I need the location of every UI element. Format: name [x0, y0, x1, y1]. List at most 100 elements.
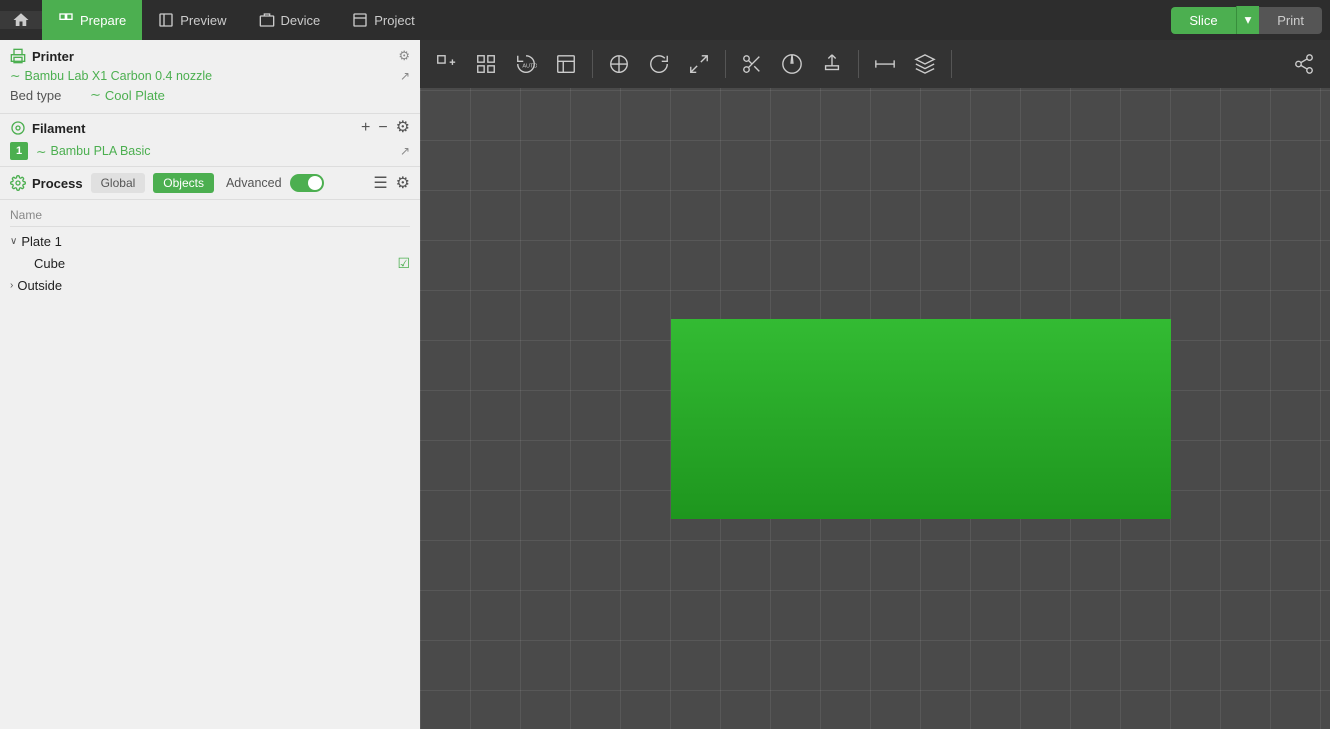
measure-icon [874, 53, 896, 75]
printer-name-text: ∼ Bambu Lab X1 Carbon 0.4 nozzle [10, 68, 212, 83]
process-section: Process Global Objects Advanced ☰ ⚙ [0, 167, 420, 200]
nav-project-label: Project [374, 13, 414, 28]
filament-section-header: Filament + − ⚙ [10, 120, 410, 136]
filament-item-row: 1 ∼ Bambu PLA Basic ↗ [10, 142, 410, 160]
process-icon [10, 175, 26, 191]
measure-button[interactable] [867, 46, 903, 82]
process-list-icon[interactable]: ☰ [373, 173, 387, 193]
cube-name: Cube [34, 256, 397, 271]
printer-name-row: ∼ Bambu Lab X1 Carbon 0.4 nozzle ↗ [10, 64, 410, 85]
filament-label: Filament [32, 121, 85, 136]
filament-name: ∼ Bambu PLA Basic [36, 144, 400, 159]
nav-preview[interactable]: Preview [142, 0, 242, 40]
printer-name-value: Bambu Lab X1 Carbon 0.4 nozzle [24, 69, 212, 83]
plate1-chevron-icon: ∨ [10, 236, 17, 247]
bed-type-chevron-icon: ∼ [90, 87, 101, 103]
rotate-icon [648, 53, 670, 75]
paint-button[interactable] [774, 46, 810, 82]
nav-preview-label: Preview [180, 13, 226, 28]
process-right-icons: ☰ ⚙ [373, 173, 410, 193]
toolbar-separator-3 [858, 50, 859, 78]
orient-icon [608, 53, 630, 75]
printer-label: Printer [32, 49, 74, 64]
list-item-plate1[interactable]: ∨ Plate 1 [10, 231, 410, 252]
toggle-slider [290, 174, 324, 192]
outside-chevron-icon: › [10, 280, 13, 291]
scale-button[interactable] [681, 46, 717, 82]
plate1-name: Plate 1 [21, 234, 410, 249]
bed-type-value[interactable]: ∼ Cool Plate [90, 87, 165, 103]
support-icon [821, 53, 843, 75]
slice-button[interactable]: Slice [1171, 7, 1235, 34]
print-button[interactable]: Print [1259, 7, 1322, 34]
printer-section-title: Printer [10, 48, 74, 64]
grid-view-icon [475, 53, 497, 75]
printer-external-link-icon[interactable]: ↗ [400, 69, 410, 83]
filament-section-title: Filament [10, 120, 85, 136]
bed-type-row: Bed type ∼ Cool Plate [10, 85, 410, 105]
device-icon [259, 12, 275, 28]
toolbar-separator-1 [592, 50, 593, 78]
outside-name: Outside [17, 278, 410, 293]
advanced-toggle[interactable] [290, 174, 324, 192]
viewport-toolbar: AUTO [420, 40, 1330, 88]
grid-view-button[interactable] [468, 46, 504, 82]
printer-settings-icon[interactable]: ⚙ [398, 48, 410, 64]
orient-button[interactable] [601, 46, 637, 82]
layer-icon [914, 53, 936, 75]
top-navigation: Prepare Preview Device Project Slice ▾ P… [0, 0, 1330, 40]
bed-type-label: Bed type [10, 88, 90, 103]
scale-icon [688, 53, 710, 75]
process-tab-objects[interactable]: Objects [153, 173, 214, 193]
slice-dropdown-button[interactable]: ▾ [1236, 6, 1260, 34]
auto-orient-button[interactable]: AUTO [508, 46, 544, 82]
3d-viewport[interactable]: AUTO [420, 40, 1330, 729]
toolbar-separator-2 [725, 50, 726, 78]
list-item-cube[interactable]: Cube ☑ [10, 252, 410, 275]
rotate-button[interactable] [641, 46, 677, 82]
process-section-title: Process [10, 175, 83, 191]
main-layout: Printer ⚙ ∼ Bambu Lab X1 Carbon 0.4 nozz… [0, 40, 1330, 729]
toolbar-separator-4 [951, 50, 952, 78]
printer-icon [10, 48, 26, 64]
filament-external-link-icon[interactable]: ↗ [400, 144, 410, 158]
printer-section-header: Printer ⚙ [10, 48, 410, 64]
advanced-label: Advanced [226, 176, 282, 190]
left-panel: Printer ⚙ ∼ Bambu Lab X1 Carbon 0.4 nozz… [0, 40, 420, 729]
layer-button[interactable] [907, 46, 943, 82]
cube-3d[interactable] [671, 319, 1171, 519]
nav-project[interactable]: Project [336, 0, 430, 40]
paint-icon [781, 53, 803, 75]
filament-name-text: Bambu PLA Basic [50, 144, 150, 158]
share-icon [1293, 53, 1315, 75]
cut-button[interactable] [734, 46, 770, 82]
layout-button[interactable] [548, 46, 584, 82]
process-header: Process Global Objects Advanced ☰ ⚙ [10, 173, 410, 193]
filament-add-button[interactable]: + [361, 120, 370, 136]
nav-prepare-label: Prepare [80, 13, 126, 28]
nav-prepare[interactable]: Prepare [42, 0, 142, 40]
filament-section: Filament + − ⚙ 1 ∼ Bambu PLA Basic ↗ [0, 114, 420, 167]
support-button[interactable] [814, 46, 850, 82]
filament-remove-button[interactable]: − [378, 120, 387, 136]
process-settings-icon[interactable]: ⚙ [396, 173, 410, 193]
process-label: Process [32, 176, 83, 191]
share-button[interactable] [1286, 46, 1322, 82]
printer-section: Printer ⚙ ∼ Bambu Lab X1 Carbon 0.4 nozz… [0, 40, 420, 114]
bed-type-name: Cool Plate [105, 88, 165, 103]
cube-front-face [671, 319, 1171, 519]
prepare-icon [58, 12, 74, 28]
nav-device-label: Device [281, 13, 321, 28]
cube-checkbox-icon[interactable]: ☑ [397, 255, 410, 272]
filament-settings-button[interactable]: ⚙ [396, 120, 410, 136]
home-button[interactable] [0, 11, 42, 29]
add-object-button[interactable] [428, 46, 464, 82]
slice-area: Slice ▾ Print [1171, 6, 1330, 34]
cut-icon [741, 53, 763, 75]
object-list-header: Name [10, 204, 410, 227]
name-column-header: Name [10, 208, 42, 222]
process-tab-global[interactable]: Global [91, 173, 146, 193]
list-item-outside[interactable]: › Outside [10, 275, 410, 296]
add-object-icon [435, 53, 457, 75]
nav-device[interactable]: Device [243, 0, 337, 40]
